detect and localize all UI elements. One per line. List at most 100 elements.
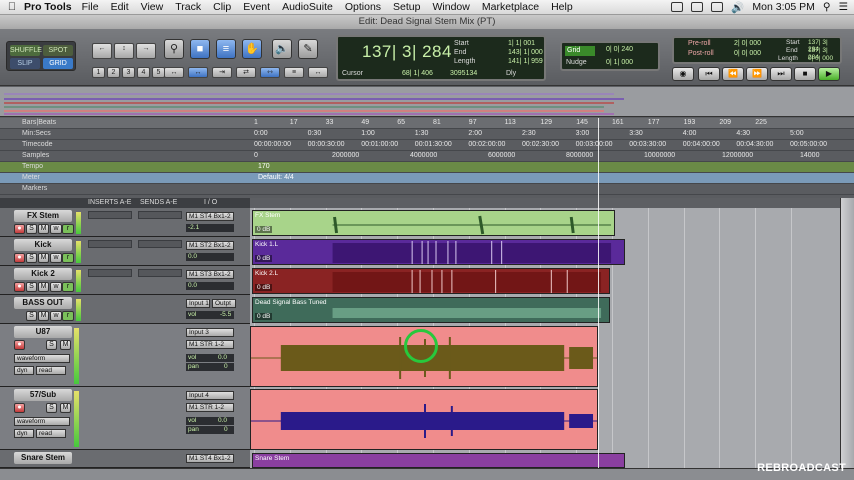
- send-slot[interactable]: [138, 269, 182, 277]
- send-slot[interactable]: [138, 211, 182, 219]
- sel-length-value[interactable]: 0| 0| 000: [808, 55, 833, 62]
- solo-button[interactable]: S: [26, 224, 37, 234]
- scrubber-tool-icon[interactable]: 🔈: [272, 39, 292, 59]
- tempo-ruler-label[interactable]: Tempo: [22, 163, 43, 170]
- fast-forward-button[interactable]: ⏩: [746, 67, 768, 81]
- zoomer-tool-icon[interactable]: ⚲: [164, 39, 184, 59]
- menu-track[interactable]: Track: [175, 1, 201, 13]
- list-icon[interactable]: ☰: [839, 1, 848, 13]
- stop-button[interactable]: ■: [794, 67, 816, 81]
- zoom-in-button[interactable]: →: [136, 43, 156, 59]
- menu-marketplace[interactable]: Marketplace: [482, 1, 539, 13]
- input-selector[interactable]: Input 3: [186, 328, 234, 337]
- clock[interactable]: Mon 3:05 PM: [752, 1, 814, 13]
- counter-main[interactable]: 137| 3| 284: [362, 42, 452, 62]
- track-view-selector[interactable]: waveform: [14, 417, 70, 426]
- menu-help[interactable]: Help: [551, 1, 573, 13]
- timecode-ruler-label[interactable]: Timecode: [22, 141, 52, 148]
- menu-view[interactable]: View: [141, 1, 164, 13]
- insert-slot[interactable]: [88, 240, 132, 248]
- waveform-button[interactable]: w: [50, 311, 62, 321]
- edit-window-playlist[interactable]: FX Stem 0 dB Kick 1.L 0 dB Kick 2.L 0 dB…: [250, 208, 840, 468]
- meter-value[interactable]: Default: 4/4: [258, 174, 294, 181]
- volume-value[interactable]: -2.1: [186, 224, 234, 232]
- length-value[interactable]: 141| 1| 959: [508, 58, 543, 65]
- input-selector[interactable]: M1 ST2 Bx1-2: [186, 241, 234, 250]
- track-name[interactable]: U87: [14, 326, 72, 338]
- solo-button[interactable]: S: [46, 403, 57, 413]
- go-to-end-button[interactable]: ⏭: [770, 67, 792, 81]
- postroll-value[interactable]: 0| 0| 000: [734, 50, 761, 57]
- mute-button[interactable]: M: [38, 224, 49, 234]
- app-menu[interactable]: Pro Tools: [24, 1, 72, 13]
- track-name[interactable]: Kick: [14, 239, 72, 251]
- menu-setup[interactable]: Setup: [393, 1, 420, 13]
- minsecs-ruler-label[interactable]: Min:Secs: [22, 130, 51, 137]
- markers-ruler-label[interactable]: Markers: [22, 185, 47, 192]
- record-button[interactable]: ●: [14, 253, 25, 263]
- output-selector[interactable]: M1 STR 1-2: [186, 340, 234, 349]
- volume-value[interactable]: 0.0: [216, 417, 236, 425]
- tempo-value[interactable]: 170: [258, 163, 270, 170]
- solo-button[interactable]: S: [26, 282, 37, 292]
- dyn-button[interactable]: dyn: [14, 366, 34, 375]
- meter-ruler-label[interactable]: Meter: [22, 174, 40, 181]
- insert-slot[interactable]: [88, 211, 132, 219]
- trim-tool-icon[interactable]: ■: [190, 39, 210, 59]
- search-icon[interactable]: ⚲: [823, 1, 831, 13]
- zoom-preset-1[interactable]: 1: [92, 67, 105, 78]
- input-selector[interactable]: M1 ST3 Bx1-2: [186, 270, 234, 279]
- keyboard-focus-icon[interactable]: ≡: [284, 67, 304, 78]
- zoom-waveform-button[interactable]: ↕: [114, 43, 134, 59]
- tab-to-transient-icon[interactable]: ⇥: [212, 67, 232, 78]
- pan-value[interactable]: 0: [222, 363, 236, 371]
- postroll-label[interactable]: Post-roll: [688, 50, 714, 57]
- solo-button[interactable]: S: [26, 253, 37, 263]
- volume-value[interactable]: 0.0: [186, 282, 234, 290]
- pencil-tool-icon[interactable]: ✎: [298, 39, 318, 59]
- input-selector[interactable]: M1 ST4 Bx1-2: [186, 454, 234, 463]
- input-selector[interactable]: Input 1: [186, 299, 210, 308]
- dyn-button[interactable]: dyn: [14, 429, 34, 438]
- horizontal-scrollbar[interactable]: [0, 468, 854, 480]
- main-counter[interactable]: 137| 3| 284 Start 1| 1| 001 End 143| 1| …: [336, 35, 546, 81]
- waveform-button[interactable]: w: [50, 224, 62, 234]
- automation-mode[interactable]: read: [36, 366, 66, 375]
- rewind-button[interactable]: ⏪: [722, 67, 744, 81]
- clip-fx-stem[interactable]: FX Stem 0 dB: [252, 210, 615, 236]
- waveform-button[interactable]: w: [50, 282, 62, 292]
- track-57-sub[interactable]: 57/Sub ● S M waveform dyn read Input 4 M…: [0, 387, 250, 450]
- apple-icon[interactable]: : [0, 1, 24, 13]
- menu-event[interactable]: Event: [243, 1, 270, 13]
- zoom-preset-4[interactable]: 4: [137, 67, 150, 78]
- universe-overview[interactable]: [0, 87, 854, 117]
- input-selector[interactable]: Input 4: [186, 391, 234, 400]
- nudge-label[interactable]: Nudge: [566, 59, 587, 66]
- link-selection-icon[interactable]: ↔: [308, 67, 328, 78]
- read-button[interactable]: r: [62, 282, 74, 292]
- clip-57-sub[interactable]: [250, 389, 598, 450]
- grabber-tool-icon[interactable]: ✋: [242, 39, 262, 59]
- track-name[interactable]: 57/Sub: [14, 389, 72, 401]
- output-selector[interactable]: Outpt: [212, 299, 236, 308]
- mirror-midi-icon[interactable]: ⇄: [236, 67, 256, 78]
- samples-ruler-label[interactable]: Samples: [22, 152, 49, 159]
- solo-button[interactable]: S: [46, 340, 57, 350]
- track-name[interactable]: Kick 2: [14, 268, 72, 280]
- mute-button[interactable]: M: [60, 340, 71, 350]
- input-selector[interactable]: M1 ST4 Bx1-2: [186, 212, 234, 221]
- grid-label[interactable]: Grid: [565, 46, 595, 56]
- volume-value[interactable]: 0.0: [186, 253, 234, 261]
- menu-window[interactable]: Window: [433, 1, 470, 13]
- grid-button[interactable]: GRID: [43, 58, 73, 69]
- mute-button[interactable]: M: [38, 282, 49, 292]
- read-button[interactable]: r: [62, 311, 74, 321]
- volume-value[interactable]: 0.0: [216, 354, 236, 362]
- track-fx-stem[interactable]: FX Stem ● S M w r M1 ST4 Bx1-2 -2.1: [0, 208, 250, 237]
- mute-button[interactable]: M: [38, 311, 49, 321]
- clip-kick-2[interactable]: Kick 2.L 0 dB: [252, 268, 610, 294]
- spot-button[interactable]: SPOT: [43, 45, 73, 56]
- end-value[interactable]: 143| 1| 000: [508, 49, 543, 56]
- clip-kick[interactable]: Kick 1.L 0 dB: [252, 239, 625, 265]
- track-kick[interactable]: Kick ● S M w r M1 ST2 Bx1-2 0.0: [0, 237, 250, 266]
